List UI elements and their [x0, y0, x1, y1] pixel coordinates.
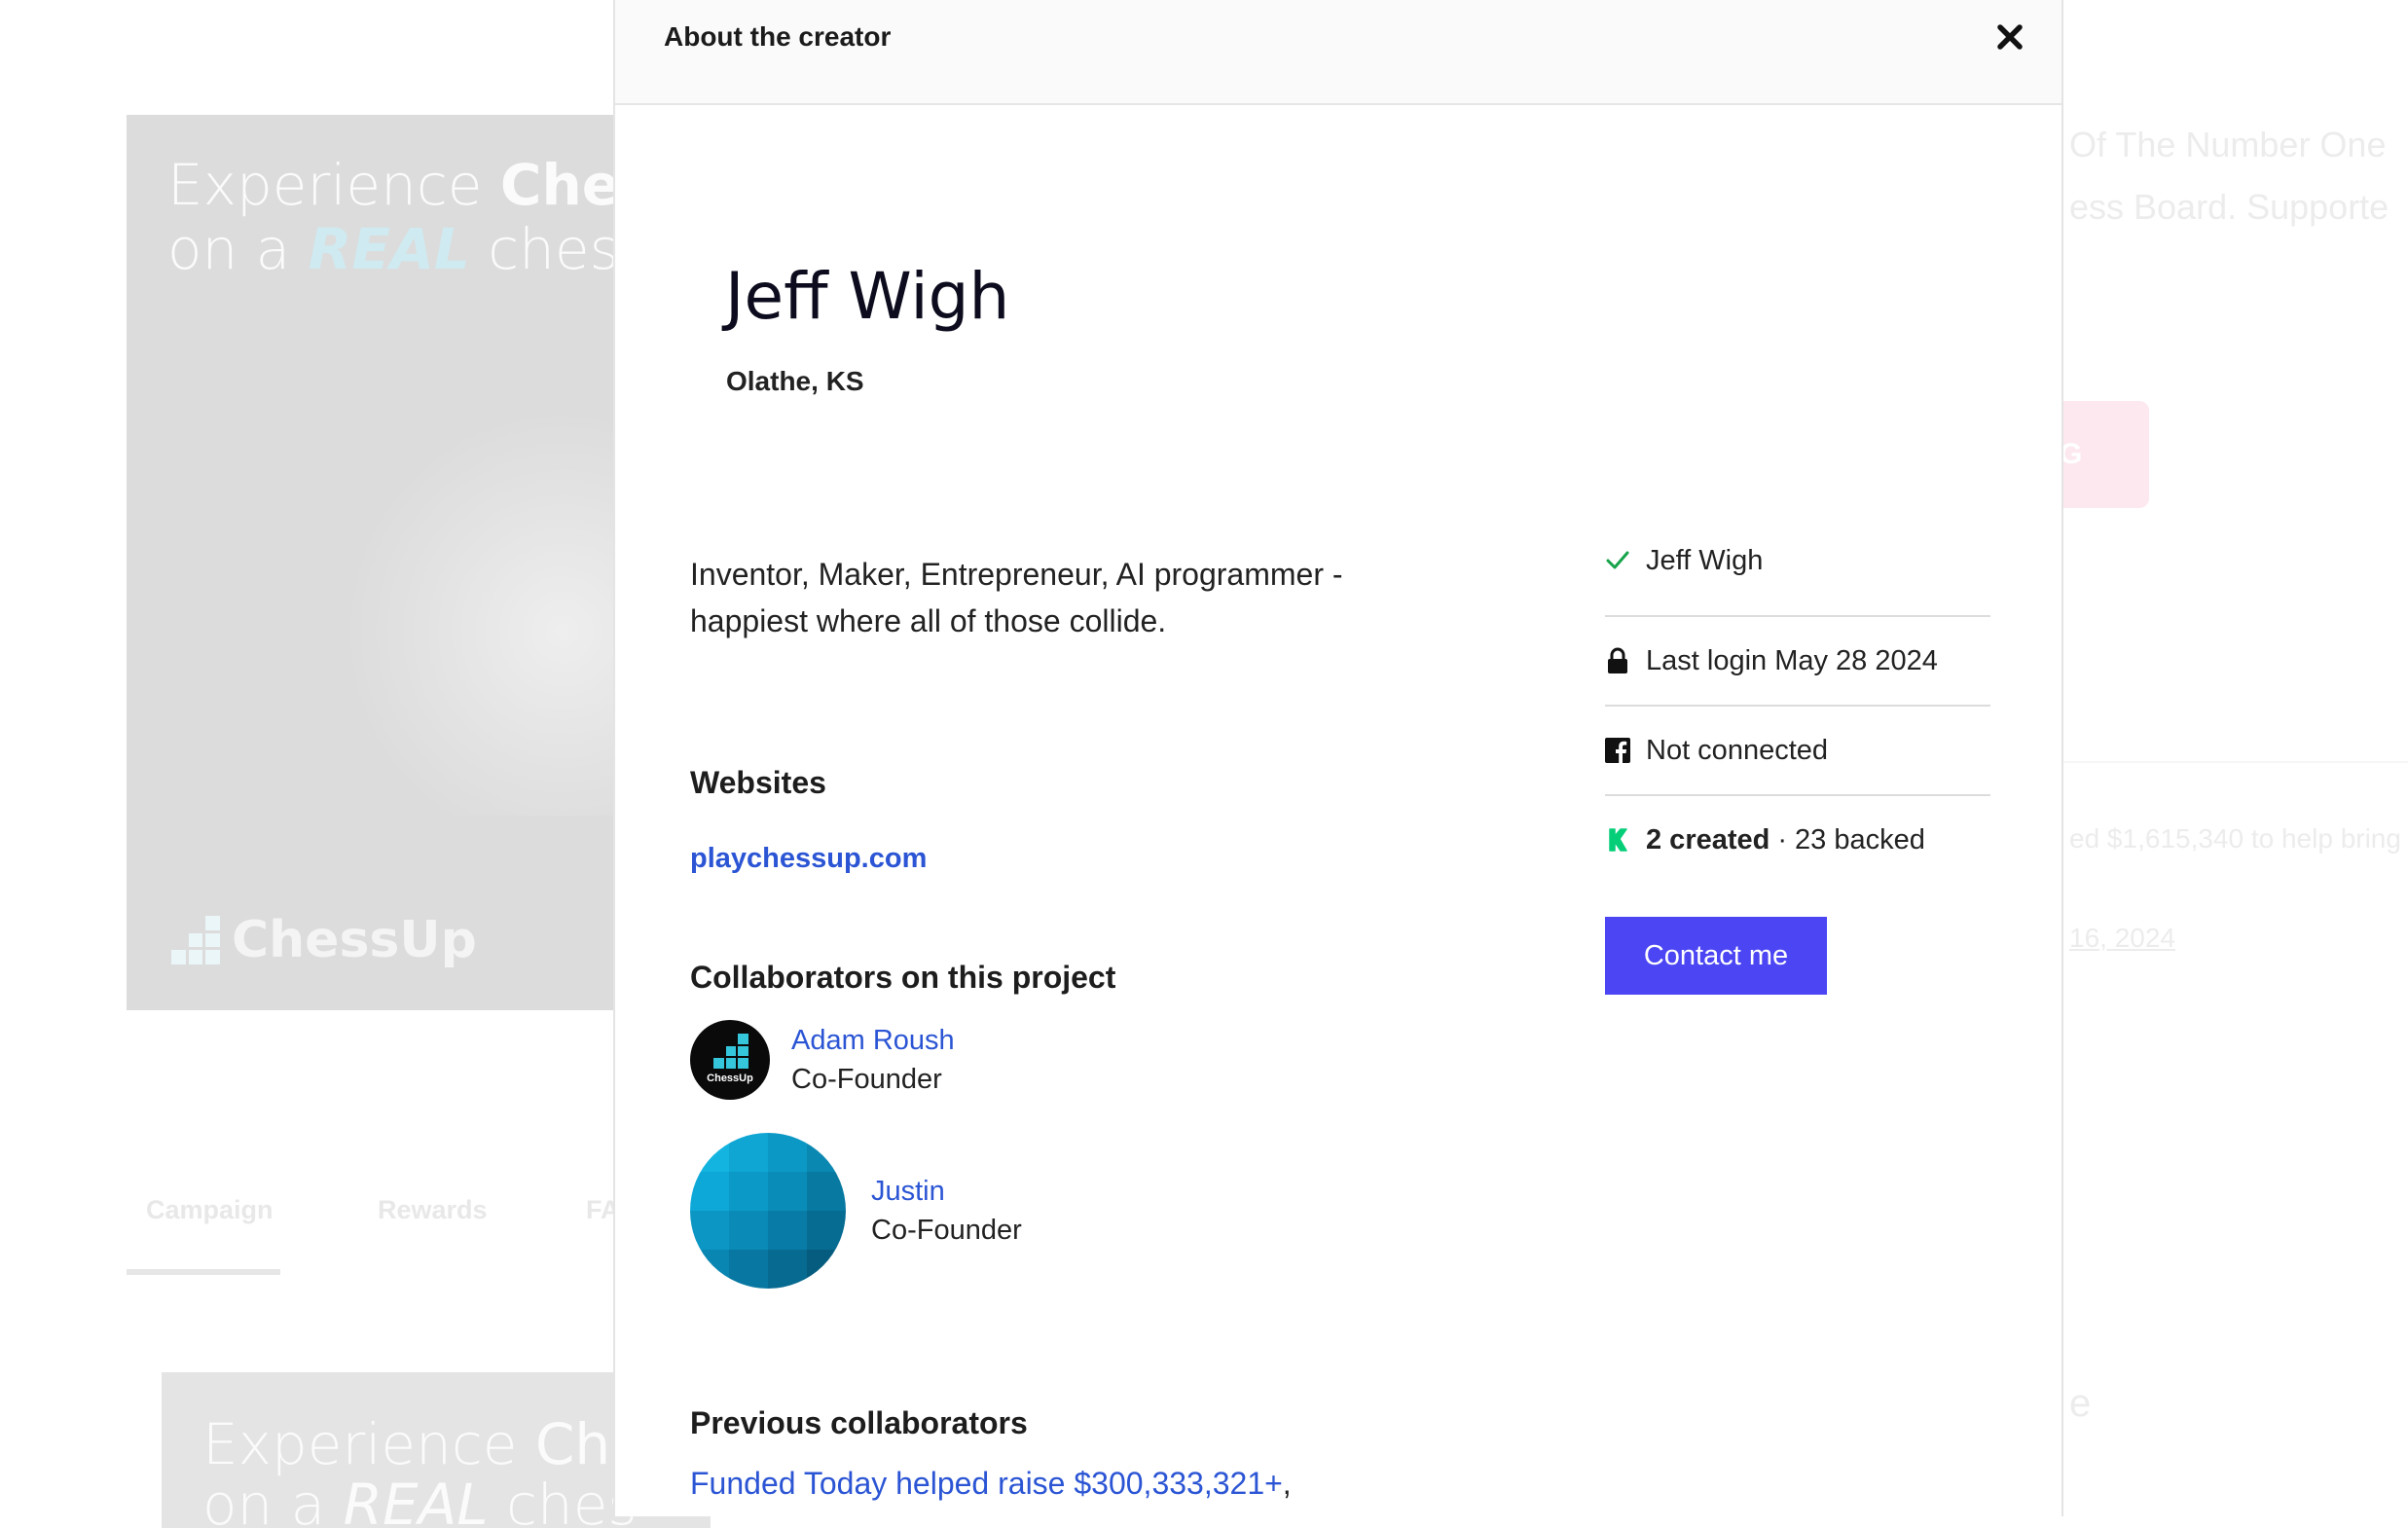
- project-blurb: ess Board. Supporte: [2069, 187, 2390, 227]
- kickstarter-icon: [1605, 825, 1630, 855]
- previous-collaborator-row: Funded Today helped raise $300,333,321+,: [690, 1466, 1292, 1502]
- collaborator-item: Justin Co-Founder: [690, 1133, 1022, 1289]
- chessup-logo: ChessUp: [171, 911, 477, 969]
- hero-text-real: REAL: [343, 1472, 489, 1528]
- website-link[interactable]: playchessup.com: [690, 843, 927, 875]
- facebook-row: Not connected: [1605, 707, 1990, 796]
- project-blurb: Of The Number One: [2069, 125, 2387, 164]
- creator-location: Olathe, KS: [726, 366, 864, 396]
- logo-text: ChessUp: [232, 911, 477, 969]
- hero-text: on a: [167, 216, 309, 282]
- backed-count[interactable]: 23 backed: [1795, 824, 1925, 856]
- created-count[interactable]: 2 created: [1646, 824, 1770, 856]
- collaborator-name-link[interactable]: Justin: [871, 1172, 1022, 1211]
- tab-active-underline: [127, 1269, 280, 1275]
- collaborator-name-link[interactable]: Adam Roush: [791, 1021, 955, 1060]
- funding-note: ed $1,615,340 to help bring: [2069, 823, 2401, 854]
- chessup-logo-icon: [713, 1034, 748, 1069]
- last-login-row: Last login May 28 2024: [1605, 617, 1990, 707]
- previous-collaborator-link[interactable]: Funded Today helped raise $300,333,321+: [690, 1466, 1283, 1501]
- chessup-logo-icon: [171, 916, 220, 964]
- verified-identity-row: Jeff Wigh: [1605, 545, 1990, 617]
- last-login-text: Last login May 28 2024: [1646, 644, 1938, 676]
- tab-campaign[interactable]: Campaign: [136, 1195, 283, 1225]
- close-button[interactable]: [1988, 18, 2032, 56]
- close-icon: [1997, 24, 2023, 50]
- websites-heading: Websites: [690, 765, 826, 800]
- collaborator-role: Co-Founder: [871, 1215, 1022, 1246]
- checkmark-icon: [1605, 545, 1630, 574]
- verified-name: Jeff Wigh: [1646, 545, 1764, 576]
- hero-text-real: REAL: [308, 216, 470, 282]
- creator-info-panel: Jeff Wigh Last login May 28 2024 Not con…: [1605, 545, 1990, 884]
- separator: ,: [1282, 1466, 1292, 1501]
- hero-text: on a: [202, 1472, 344, 1528]
- contact-me-button[interactable]: Contact me: [1605, 917, 1827, 995]
- projects-count-row: 2 created · 23 backed: [1605, 796, 1990, 884]
- separator: ·: [1777, 823, 1788, 855]
- facebook-status: Not connected: [1646, 734, 1829, 766]
- avatar[interactable]: ChessUp: [690, 1020, 770, 1100]
- modal-header: About the creator: [615, 0, 2061, 105]
- previous-collaborators-heading: Previous collaborators: [690, 1405, 1028, 1440]
- collaborators-heading: Collaborators on this project: [690, 960, 1116, 995]
- avatar[interactable]: [690, 1133, 846, 1289]
- avatar-logo-text: ChessUp: [707, 1073, 753, 1084]
- lock-icon: [1605, 646, 1630, 675]
- creator-name: Jeff Wigh: [725, 259, 1010, 334]
- divider: [2063, 761, 2408, 763]
- funding-date-link[interactable]: 16, 2024: [2069, 923, 2175, 954]
- about-creator-modal: About the creator Jeff Wigh Olathe, KS I…: [613, 0, 2063, 1516]
- hero-text: Experience: [167, 152, 500, 218]
- tab-rewards[interactable]: Rewards: [368, 1195, 497, 1225]
- collaborator-item: ChessUp Adam Roush Co-Founder: [690, 1020, 955, 1100]
- facebook-icon: [1605, 736, 1630, 765]
- collaborator-role: Co-Founder: [791, 1064, 942, 1095]
- modal-title: About the creator: [664, 21, 892, 52]
- creator-bio: Inventor, Maker, Entrepreneur, AI progra…: [690, 557, 1343, 638]
- hero-text: Experience: [202, 1411, 535, 1477]
- background-text: e: [2069, 1382, 2092, 1425]
